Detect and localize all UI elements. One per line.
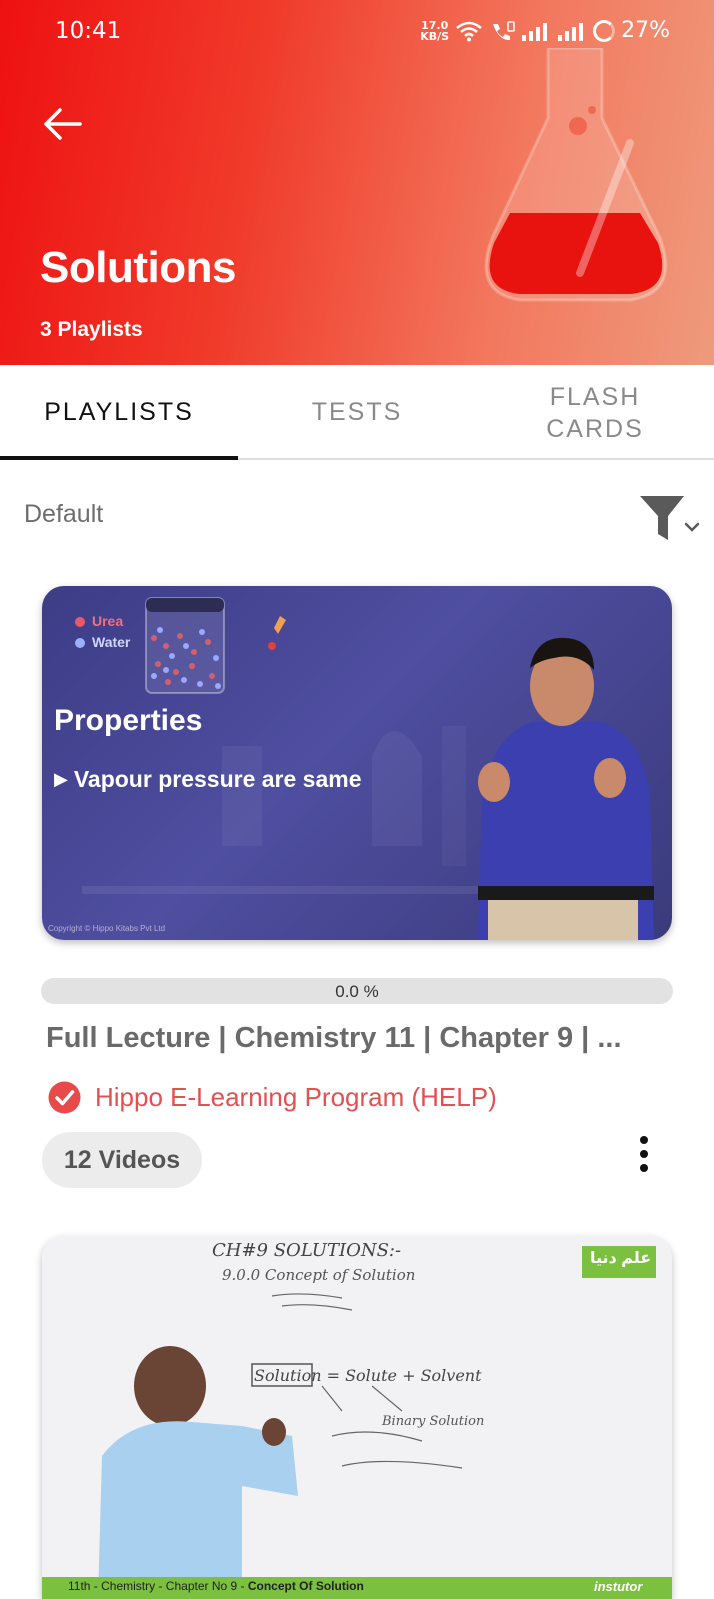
- call-icon: [493, 20, 515, 40]
- board-line-4: Binary Solution: [382, 1414, 485, 1429]
- board-line-1: CH#9 SOLUTIONS:-: [212, 1240, 402, 1261]
- thumbnail-bullet: Vapour pressure are same: [73, 766, 362, 792]
- network-speed: 17.0 KB/S: [420, 20, 449, 42]
- status-icons: 17.0 KB/S 27%: [420, 18, 670, 43]
- thumbnail-bullet-row: ▶ Vapour pressure are same: [54, 766, 362, 793]
- footer-brand: instutor: [594, 1579, 643, 1594]
- network-speed-value: 17.0: [421, 18, 449, 32]
- battery-level: 27%: [621, 18, 670, 43]
- verified-check-icon: [48, 1081, 81, 1114]
- thumbnail-heading: Properties: [54, 704, 203, 737]
- channel-row[interactable]: Hippo E-Learning Program (HELP): [48, 1081, 497, 1114]
- playlist-title[interactable]: Full Lecture | Chemistry 11 | Chapter 9 …: [46, 1022, 676, 1055]
- back-arrow-icon[interactable]: [40, 104, 84, 144]
- channel-name: Hippo E-Learning Program (HELP): [95, 1082, 497, 1112]
- video-count-chip: 12 Videos: [42, 1132, 202, 1188]
- footer-bold: Concept Of Solution: [247, 1579, 364, 1593]
- sort-dropdown[interactable]: Default: [24, 500, 103, 529]
- whiteboard-art: [42, 1236, 672, 1599]
- play-triangle-icon: ▶: [54, 769, 68, 789]
- wifi-icon: [456, 21, 482, 41]
- thumbnail-copyright: Copyright © Hippo Kitabs Pvt Ltd: [48, 924, 166, 933]
- tab-flash-cards[interactable]: FLASH CARDS: [476, 365, 714, 460]
- flask-icon: [484, 48, 668, 302]
- progress-label: 0.0 %: [335, 982, 379, 1001]
- board-line-2: 9.0.0 Concept of Solution: [222, 1266, 416, 1284]
- channel-logo: علم دنیا: [590, 1250, 652, 1267]
- legend-water: Water: [92, 634, 131, 650]
- signal-icon-2: [558, 22, 584, 41]
- thumbnail-art: [75, 597, 654, 940]
- legend-urea: Urea: [92, 613, 124, 629]
- tab-playlists[interactable]: PLAYLISTS: [0, 365, 238, 460]
- playlist-thumbnail-2[interactable]: CH#9 SOLUTIONS:- 9.0.0 Concept of Soluti…: [42, 1236, 672, 1599]
- playlist-progress-bar: 0.0 %: [41, 978, 673, 1004]
- status-time: 10:41: [55, 18, 122, 44]
- footer-text: 11th - Chemistry - Chapter No 9 -: [68, 1579, 248, 1593]
- network-speed-unit: KB/S: [420, 29, 450, 43]
- playlist-count: 3 Playlists: [40, 318, 143, 341]
- board-line-3: Solution = Solute + Solvent: [254, 1366, 482, 1385]
- playlist-thumbnail[interactable]: Urea Water Properties ▶ Vapour pressure …: [42, 586, 672, 940]
- more-options-icon[interactable]: [626, 1134, 662, 1174]
- tab-flash-cards-label: FLASH CARDS: [546, 382, 644, 443]
- thumbnail-footer: 11th - Chemistry - Chapter No 9 - Concep…: [68, 1579, 364, 1593]
- page-title: Solutions: [40, 243, 236, 292]
- tab-tests[interactable]: TESTS: [238, 365, 476, 460]
- signal-icon: [522, 22, 548, 41]
- battery-icon: [593, 19, 616, 42]
- active-tab-indicator: [0, 456, 238, 460]
- header-banner: 10:41 17.0 KB/S 27% Solutions 3 Playlist…: [0, 0, 714, 365]
- filter-icon[interactable]: [638, 494, 702, 546]
- tab-bar: PLAYLISTS TESTS FLASH CARDS: [0, 365, 714, 460]
